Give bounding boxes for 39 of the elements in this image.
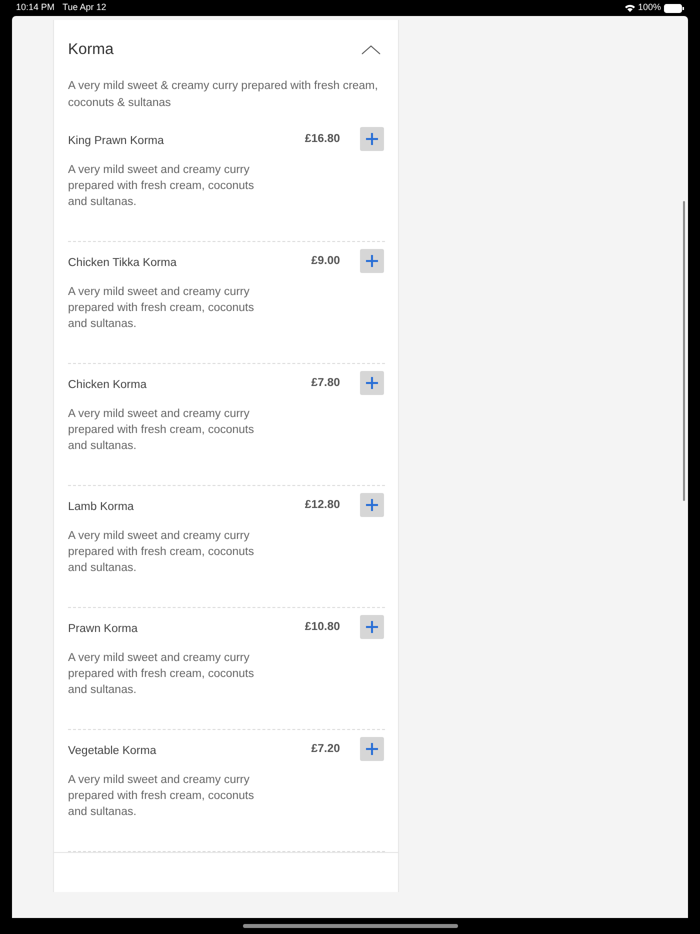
collapse-button[interactable]	[360, 42, 382, 57]
dish-name: Chicken Korma	[68, 378, 148, 394]
chevron-up-icon	[361, 44, 381, 55]
dish-name: Lamb Korma	[68, 500, 135, 516]
plus-icon	[366, 743, 378, 756]
plus-icon	[366, 133, 378, 146]
dish-description: A very mild sweet and creamy curry prepared with fresh cream, coconuts and sultanas.	[68, 773, 256, 820]
dish-price: £10.80	[304, 620, 340, 635]
dish-name: Prawn Korma	[68, 622, 139, 638]
dish-description: A very mild sweet and creamy curry prepared with fresh cream, coconuts and sultanas.	[68, 407, 256, 454]
status-time: 10:14 PM	[16, 1, 55, 14]
status-date: Tue Apr 12	[62, 1, 106, 14]
dish-price: £7.80	[311, 376, 340, 391]
battery-icon	[664, 4, 684, 12]
add-button[interactable]	[360, 493, 384, 518]
dish-description: A very mild sweet and creamy curry prepared with fresh cream, coconuts and sultanas.	[68, 529, 256, 576]
dish-price: £16.80	[304, 132, 340, 147]
plus-icon	[366, 255, 378, 268]
section-title: Korma	[68, 40, 114, 60]
add-button[interactable]	[360, 127, 384, 152]
dish-description: A very mild sweet and creamy curry prepared with fresh cream, coconuts and sultanas.	[68, 163, 256, 210]
wifi-icon	[624, 4, 635, 12]
dish-description: A very mild sweet and creamy curry prepared with fresh cream, coconuts and sultanas.	[68, 285, 256, 332]
battery-percentage: 100%	[638, 1, 661, 14]
plus-icon	[366, 621, 378, 634]
dish-description: A very mild sweet and creamy curry prepared with fresh cream, coconuts and sultanas.	[68, 651, 256, 698]
dish-name: King Prawn Korma	[68, 134, 165, 150]
dish-price: £7.20	[311, 742, 340, 757]
add-button[interactable]	[360, 615, 384, 640]
dish-name: Chicken Tikka Korma	[68, 256, 178, 272]
plus-icon	[366, 499, 378, 512]
add-button[interactable]	[360, 737, 384, 762]
add-button[interactable]	[360, 249, 384, 274]
add-button[interactable]	[360, 371, 384, 396]
dish-price: £9.00	[311, 254, 340, 269]
dish-price: £12.80	[304, 498, 340, 513]
section-description: A very mild sweet & creamy curry prepared with fresh cream, coconuts & sultanas	[68, 79, 379, 112]
dish-name: Vegetable Korma	[68, 744, 158, 760]
plus-icon	[366, 377, 378, 390]
